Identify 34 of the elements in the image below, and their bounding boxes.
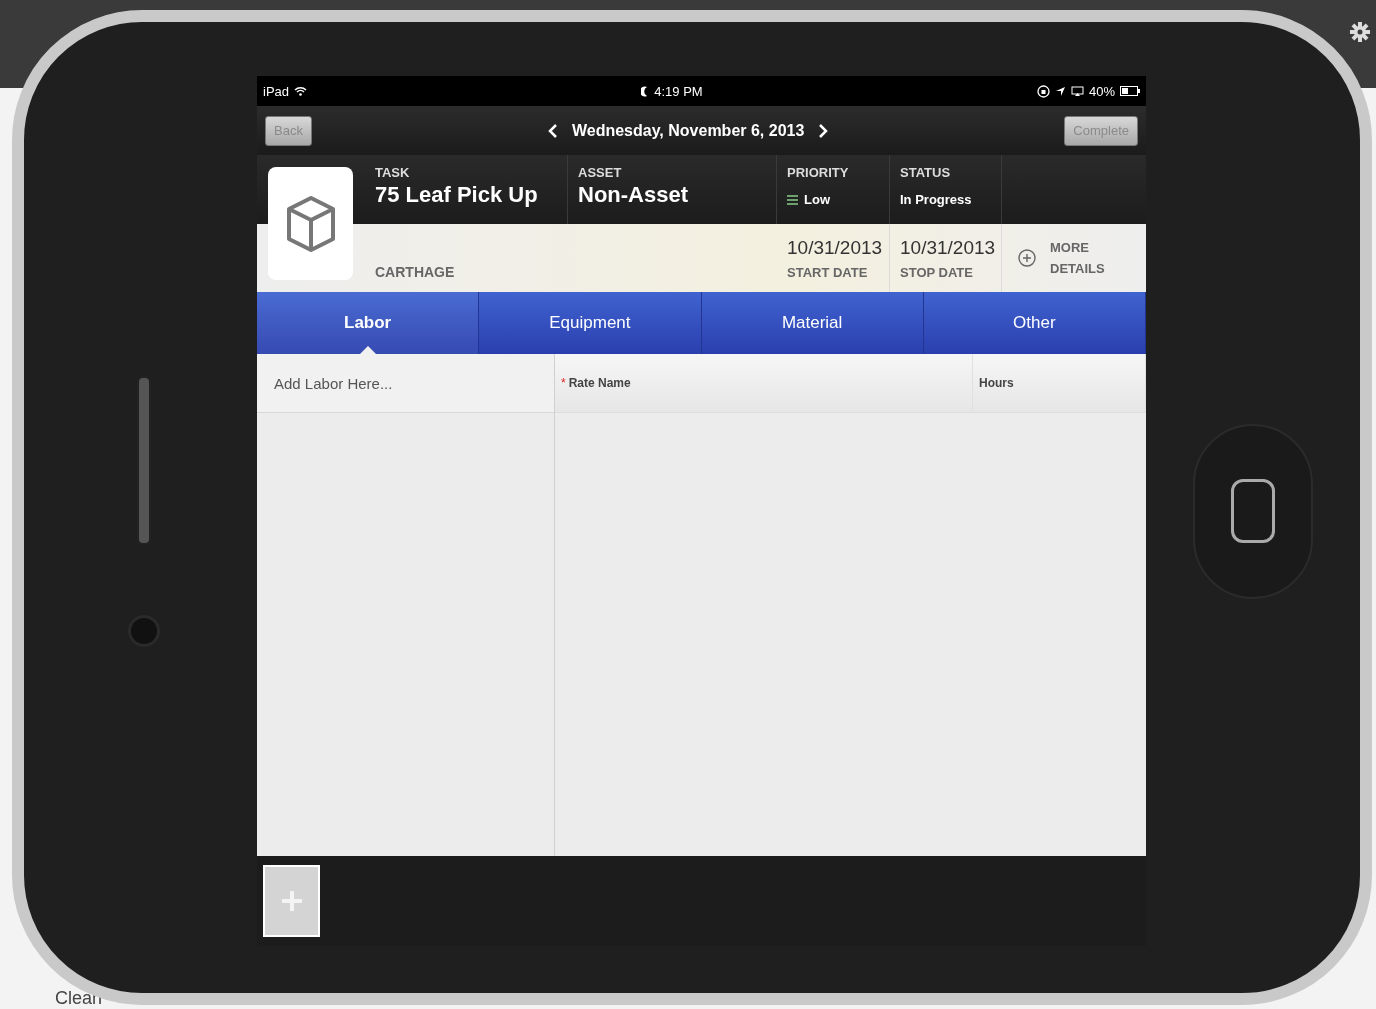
task-label: TASK <box>375 165 411 180</box>
next-day-button[interactable] <box>818 123 829 138</box>
location-label: CARTHAGE <box>375 264 456 280</box>
more-details-button[interactable]: MORE DETAILS <box>1002 224 1146 292</box>
required-asterisk: * <box>561 376 566 390</box>
date-label: STOP DATE <box>900 264 974 280</box>
priority-value: Low <box>804 192 830 207</box>
camera-lens <box>127 614 160 647</box>
asset-label: ASSET <box>578 165 623 180</box>
status-label: STATUS <box>900 165 952 180</box>
settings-icon <box>1350 22 1370 42</box>
plus-circle-icon <box>1018 249 1036 267</box>
plus-icon <box>280 890 303 912</box>
column-header: Hours <box>979 376 1014 390</box>
battery-percent: 40% <box>1088 83 1115 99</box>
asset-name: Non-Asset <box>578 182 689 208</box>
rotation-lock-icon <box>1036 84 1050 98</box>
column-header: Rate Name <box>568 376 631 390</box>
priority-bars-icon <box>787 194 798 205</box>
category-tab[interactable]: Labor <box>257 292 480 354</box>
wifi-icon <box>294 86 308 96</box>
location-arrow-icon <box>1054 85 1066 97</box>
date-label: START DATE <box>787 264 869 280</box>
add-labor-field[interactable]: Add Labor Here... <box>257 354 554 413</box>
clock-time: 4:19 PM <box>654 83 703 99</box>
airplay-icon <box>1070 85 1084 97</box>
previous-day-button[interactable] <box>547 123 558 138</box>
carrier-label: iPad <box>263 83 290 99</box>
priority-label: PRIORITY <box>787 165 850 180</box>
battery-icon <box>1120 86 1140 96</box>
date-title: Wednesday, November 6, 2013 <box>571 121 805 140</box>
cube-icon <box>285 194 336 253</box>
status-value: In Progress <box>900 192 972 207</box>
task-name: 75 Leaf Pick Up <box>375 182 539 208</box>
